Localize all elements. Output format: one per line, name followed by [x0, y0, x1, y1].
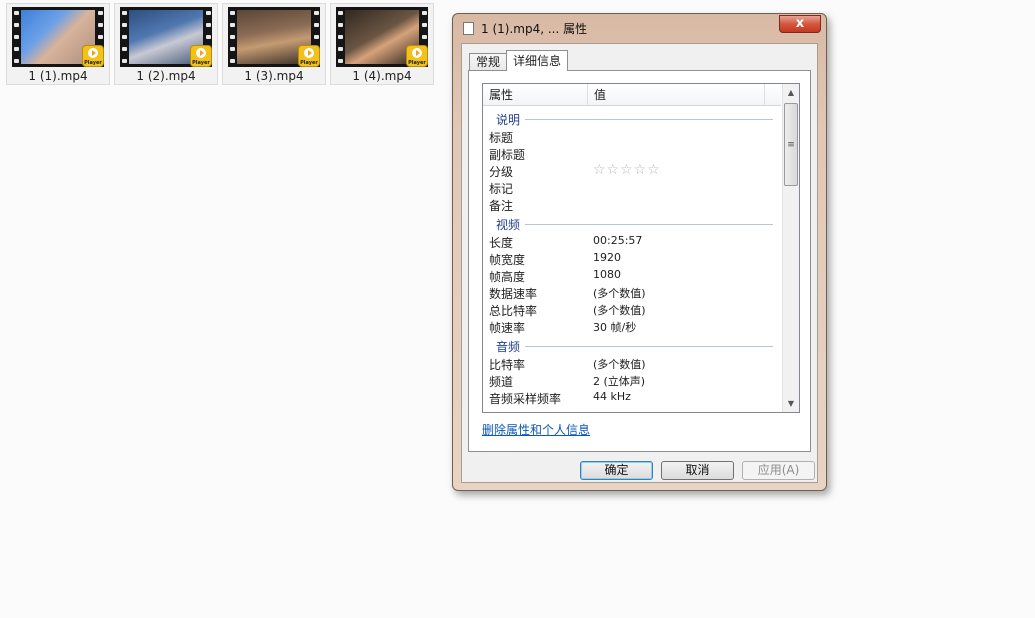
property-key: 总比特率 — [489, 304, 538, 318]
property-row-title[interactable]: 标题 — [483, 128, 781, 145]
section-header-video: 视频 — [483, 213, 781, 233]
property-key: 帧宽度 — [489, 253, 526, 267]
property-value: 00:25:57 — [593, 234, 643, 247]
property-row-rating[interactable]: 分级 ☆☆☆☆☆ — [483, 162, 781, 179]
film-strip-icon — [12, 7, 20, 67]
tab-general[interactable]: 常规 — [469, 53, 508, 71]
property-value: (多个数值) — [593, 304, 646, 317]
property-row-frame-height[interactable]: 帧高度 1080 — [483, 267, 781, 284]
file-item[interactable]: Player 1 (4).mp4 — [330, 3, 434, 85]
dialog-titlebar[interactable]: 1 (1).mp4, ... 属性 x — [453, 14, 826, 42]
list-header: 属性 值 — [483, 84, 781, 106]
file-name: 1 (2).mp4 — [136, 69, 196, 83]
properties-dialog: 1 (1).mp4, ... 属性 x 常规 详细信息 属性 值 说明 标题 副… — [452, 13, 827, 491]
scroll-down-arrow-icon[interactable]: ▼ — [783, 395, 799, 412]
file-item[interactable]: Player 1 (3).mp4 — [222, 3, 326, 85]
ok-button[interactable]: 确定 — [580, 461, 653, 480]
property-key: 备注 — [489, 199, 514, 213]
remove-properties-link[interactable]: 删除属性和个人信息 — [482, 421, 590, 438]
property-key: 比特率 — [489, 358, 526, 372]
property-row-total-bitrate[interactable]: 总比特率 (多个数值) — [483, 301, 781, 318]
property-rows: 说明 标题 副标题 分级 ☆☆☆☆☆ 标记 备注 视频 长度 00:25:57 … — [483, 108, 781, 406]
property-key: 帧高度 — [489, 270, 526, 284]
file-name: 1 (3).mp4 — [244, 69, 304, 83]
property-value: 1080 — [593, 268, 621, 281]
property-key: 频道 — [489, 375, 514, 389]
property-key: 长度 — [489, 236, 514, 250]
apply-button[interactable]: 应用(A) — [742, 461, 815, 480]
file-name: 1 (4).mp4 — [352, 69, 412, 83]
player-badge-icon: Player — [83, 46, 103, 66]
file-item[interactable]: Player 1 (2).mp4 — [114, 3, 218, 85]
property-row-channels[interactable]: 频道 2 (立体声) — [483, 372, 781, 389]
video-thumbnail: Player — [12, 7, 104, 67]
dialog-title: 1 (1).mp4, ... 属性 — [481, 22, 588, 36]
column-header-value[interactable]: 值 — [588, 84, 765, 105]
column-header-property[interactable]: 属性 — [483, 84, 588, 105]
cancel-button[interactable]: 取消 — [661, 461, 734, 480]
tab-strip: 常规 详细信息 — [469, 49, 569, 71]
close-button[interactable]: x — [779, 15, 821, 33]
property-key: 数据速率 — [489, 287, 538, 301]
property-row-frame-width[interactable]: 帧宽度 1920 — [483, 250, 781, 267]
property-key: 标记 — [489, 182, 514, 196]
property-value: 30 帧/秒 — [593, 321, 637, 334]
property-row-length[interactable]: 长度 00:25:57 — [483, 233, 781, 250]
file-list: Player 1 (1).mp4 Player 1 (2).mp4 Player… — [6, 3, 438, 85]
details-panel: 属性 值 说明 标题 副标题 分级 ☆☆☆☆☆ 标记 备注 视频 长度 00:2… — [468, 70, 811, 452]
property-list: 属性 值 说明 标题 副标题 分级 ☆☆☆☆☆ 标记 备注 视频 长度 00:2… — [482, 83, 800, 413]
tab-details[interactable]: 详细信息 — [506, 50, 569, 71]
video-thumbnail: Player — [228, 7, 320, 67]
property-value: 2 (立体声) — [593, 375, 646, 388]
documents-icon — [463, 20, 477, 35]
property-key: 帧速率 — [489, 321, 526, 335]
player-badge-icon: Player — [299, 46, 319, 66]
property-key: 标题 — [489, 131, 514, 145]
property-key: 分级 — [489, 165, 514, 179]
property-row-tags[interactable]: 标记 — [483, 179, 781, 196]
property-value: (多个数值) — [593, 287, 646, 300]
scroll-thumb[interactable]: ≡ — [784, 103, 798, 186]
property-value: 44 kHz — [593, 390, 631, 403]
property-value: 1920 — [593, 251, 621, 264]
property-key: 音频采样频率 — [489, 392, 562, 406]
film-strip-icon — [120, 7, 128, 67]
section-header-audio: 音频 — [483, 335, 781, 355]
property-key: 副标题 — [489, 148, 526, 162]
rating-stars-icon[interactable]: ☆☆☆☆☆ — [593, 163, 661, 177]
property-value: (多个数值) — [593, 358, 646, 371]
player-badge-icon: Player — [407, 46, 427, 66]
property-row-data-rate[interactable]: 数据速率 (多个数值) — [483, 284, 781, 301]
scroll-up-arrow-icon[interactable]: ▲ — [783, 84, 799, 101]
property-row-frame-rate[interactable]: 帧速率 30 帧/秒 — [483, 318, 781, 335]
video-thumbnail: Player — [120, 7, 212, 67]
section-header-description: 说明 — [483, 108, 781, 128]
video-thumbnail: Player — [336, 7, 428, 67]
player-badge-icon: Player — [191, 46, 211, 66]
film-strip-icon — [228, 7, 236, 67]
property-row-sample-rate[interactable]: 音频采样频率 44 kHz — [483, 389, 781, 406]
property-row-bitrate[interactable]: 比特率 (多个数值) — [483, 355, 781, 372]
property-row-subtitle[interactable]: 副标题 — [483, 145, 781, 162]
file-name: 1 (1).mp4 — [28, 69, 88, 83]
film-strip-icon — [336, 7, 344, 67]
dialog-client: 常规 详细信息 属性 值 说明 标题 副标题 分级 ☆☆☆☆☆ 标记 备注 视频… — [461, 43, 818, 483]
vertical-scrollbar[interactable]: ▲ ≡ ▼ — [782, 84, 799, 412]
property-row-comments[interactable]: 备注 — [483, 196, 781, 213]
file-item[interactable]: Player 1 (1).mp4 — [6, 3, 110, 85]
